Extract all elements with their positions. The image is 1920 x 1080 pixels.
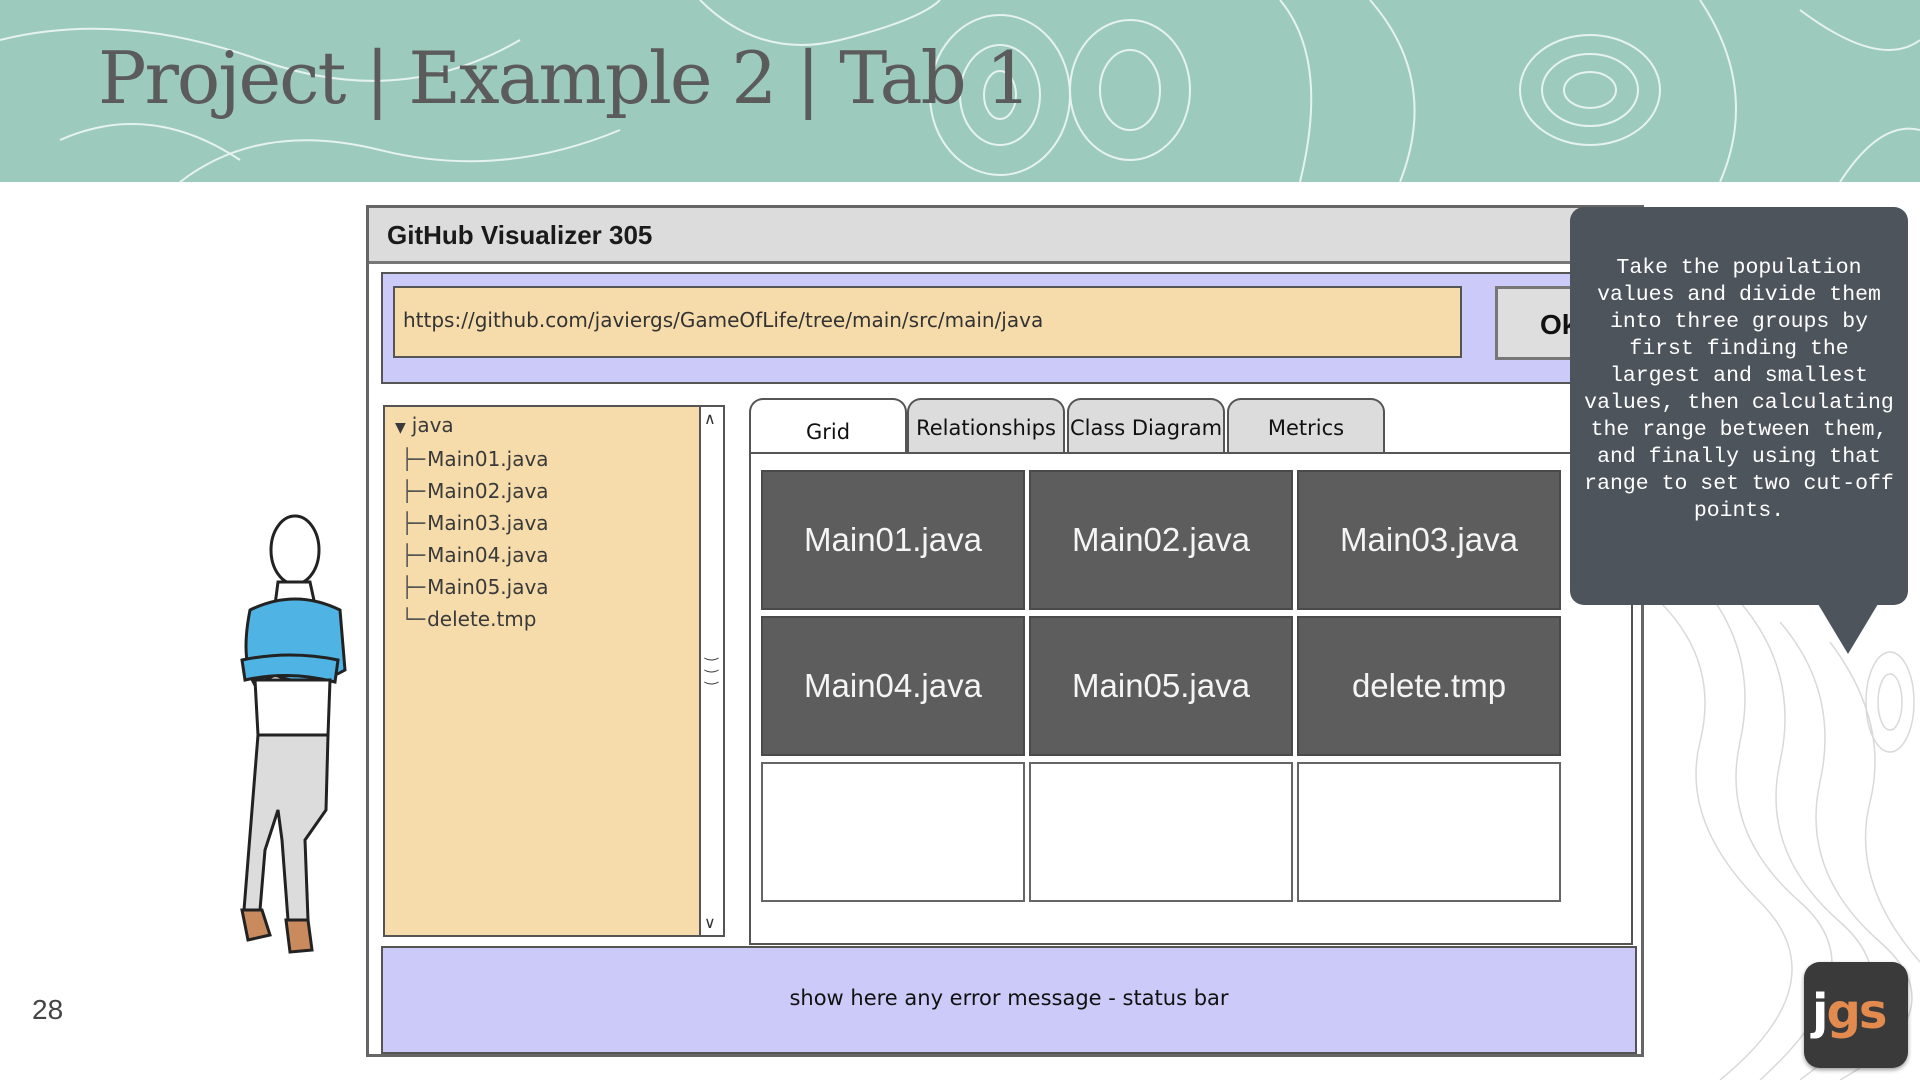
grid-cell[interactable]: Main04.java <box>761 616 1025 756</box>
url-input[interactable]: https://github.com/javiergs/GameOfLife/t… <box>393 286 1462 358</box>
tree-item[interactable]: ├─ Main03.java <box>401 507 549 539</box>
grid-cell[interactable]: Main03.java <box>1297 470 1561 610</box>
tab-relationships[interactable]: Relationships <box>907 398 1065 452</box>
url-panel: https://github.com/javiergs/GameOfLife/t… <box>381 272 1637 384</box>
scroll-down-icon[interactable]: ∨ <box>704 913 716 933</box>
slide-header: Project | Example 2 | Tab 1 <box>0 0 1920 182</box>
grid-cell[interactable]: Main05.java <box>1029 616 1293 756</box>
grid-cell[interactable]: delete.tmp <box>1297 616 1561 756</box>
grid-cell-empty[interactable] <box>1029 762 1293 902</box>
scroll-up-icon[interactable]: ∧ <box>704 409 716 429</box>
tree-item-label: Main01.java <box>427 447 549 471</box>
tree-root-java[interactable]: ▼ java <box>395 413 454 437</box>
tab-strip: Grid Relationships Class Diagram Metrics <box>749 398 1633 456</box>
grid-cell[interactable]: Main02.java <box>1029 470 1293 610</box>
app-window-mockup: GitHub Visualizer 305 https://github.com… <box>366 205 1644 1057</box>
grid-cell-empty[interactable] <box>1297 762 1561 902</box>
tree-scrollbar[interactable]: ∧ ‿ ‿ ‿ ∨ <box>699 407 723 935</box>
tabs-area: Grid Relationships Class Diagram Metrics… <box>749 398 1633 945</box>
grid-cell[interactable]: Main01.java <box>761 470 1025 610</box>
grid-tab-content: Main01.java Main02.java Main03.java Main… <box>749 452 1633 945</box>
tab-grid[interactable]: Grid <box>749 398 907 456</box>
caret-down-icon[interactable]: ▼ <box>395 420 406 436</box>
slide-title: Project | Example 2 | Tab 1 <box>98 36 1031 120</box>
tree-item[interactable]: ├─ Main05.java <box>401 571 549 603</box>
scroll-thumb-grip-icon[interactable]: ‿ ‿ ‿ <box>705 645 718 685</box>
jgs-logo: jgs <box>1804 962 1908 1068</box>
tree-item[interactable]: ├─ Main02.java <box>401 475 549 507</box>
callout-bubble: Take the population values and divide th… <box>1570 207 1908 605</box>
tree-item-label: Main04.java <box>427 543 549 567</box>
window-titlebar: GitHub Visualizer 305 <box>369 208 1641 264</box>
tree-item-label: Main03.java <box>427 511 549 535</box>
tree-item[interactable]: ├─ Main04.java <box>401 539 549 571</box>
tree-root-label: java <box>411 413 454 437</box>
window-title: GitHub Visualizer 305 <box>387 220 653 250</box>
tree-item-label: Main05.java <box>427 575 549 599</box>
tree-items: ├─ Main01.java ├─ Main02.java ├─ Main03.jav… <box>401 443 549 635</box>
tab-metrics[interactable]: Metrics <box>1227 398 1385 452</box>
page-number: 28 <box>32 994 64 1025</box>
callout-tail <box>1818 604 1878 654</box>
logo-gs: gs <box>1826 984 1887 1040</box>
logo-j: j <box>1812 984 1829 1040</box>
status-bar: show here any error message - status bar <box>381 946 1637 1054</box>
tree-item[interactable]: ├─ Main01.java <box>401 443 549 475</box>
tree-item-label: delete.tmp <box>427 607 537 631</box>
tree-item[interactable]: └─ delete.tmp <box>401 603 549 635</box>
tree-item-label: Main02.java <box>427 479 549 503</box>
person-illustration <box>240 514 347 954</box>
tab-class-diagram[interactable]: Class Diagram <box>1067 398 1225 452</box>
grid-cell-empty[interactable] <box>761 762 1025 902</box>
file-tree-panel: ▼ java ├─ Main01.java ├─ Main02.java ├─ Main… <box>383 405 725 937</box>
